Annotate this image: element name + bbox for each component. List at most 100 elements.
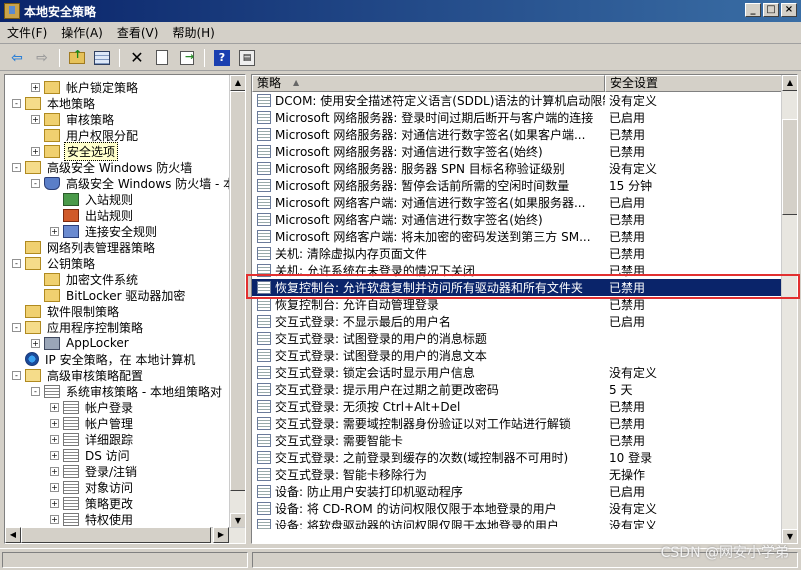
tree-item[interactable]: - 高级审核策略配置	[12, 367, 145, 383]
tree-item[interactable]: 出站规则	[50, 207, 135, 223]
table-row[interactable]: 交互式登录: 需要域控制器身份验证以对工作站进行解锁 已禁用	[252, 415, 783, 432]
collapse-icon[interactable]: -	[12, 322, 21, 332]
tree-hscroll-thumb[interactable]	[21, 527, 211, 543]
tree-item[interactable]: IP 安全策略，在 本地计算机	[12, 351, 197, 367]
tree-item[interactable]: + AppLocker	[31, 335, 131, 351]
tree-horizontal-scrollbar[interactable]: ◀ ▶	[5, 527, 245, 543]
expand-icon[interactable]: +	[50, 498, 59, 508]
table-row[interactable]: Microsoft 网络客户端: 对通信进行数字签名(始终) 已禁用	[252, 211, 783, 228]
collapse-icon[interactable]: -	[12, 162, 21, 172]
tree-item[interactable]: + 安全选项	[31, 141, 119, 161]
tree-scroll-thumb[interactable]	[230, 91, 245, 491]
table-row[interactable]: Microsoft 网络服务器: 对通信进行数字签名(始终) 已禁用	[252, 143, 783, 160]
tree-item[interactable]: + 审核策略	[31, 111, 116, 127]
delete-button[interactable]: ✕	[126, 48, 148, 68]
table-row[interactable]: 交互式登录: 无须按 Ctrl+Alt+Del 已禁用	[252, 398, 783, 415]
tree-item[interactable]: - 高级安全 Windows 防火墙 - 本	[31, 175, 231, 191]
table-row[interactable]: 设备: 将软盘驱动器的访问权限仅限于本地登录的用户 没有定义	[252, 517, 783, 529]
table-row[interactable]: Microsoft 网络服务器: 对通信进行数字签名(如果客户端... 已禁用	[252, 126, 783, 143]
table-row[interactable]: 恢复控制台: 允许软盘复制并访问所有驱动器和所有文件夹 已禁用	[252, 279, 783, 296]
tree-item[interactable]: + 策略更改	[50, 495, 135, 511]
tree-item[interactable]: + 连接安全规则	[50, 223, 159, 239]
tree-item[interactable]: + 对象访问	[50, 479, 135, 495]
table-row[interactable]: 设备: 将 CD-ROM 的访问权限仅限于本地登录的用户 没有定义	[252, 500, 783, 517]
tree-item[interactable]: BitLocker 驱动器加密	[31, 287, 187, 303]
snapin-properties-button[interactable]: ▤	[236, 48, 258, 68]
collapse-icon[interactable]: -	[12, 370, 21, 380]
table-row[interactable]: 交互式登录: 提示用户在过期之前更改密码 5 天	[252, 381, 783, 398]
tree-vertical-scrollbar[interactable]: ▲ ▼	[229, 75, 245, 529]
table-row[interactable]: Microsoft 网络客户端: 对通信进行数字签名(如果服务器... 已启用	[252, 194, 783, 211]
maximize-button[interactable]: □	[763, 3, 779, 17]
tree-scroll-up-button[interactable]: ▲	[230, 75, 245, 91]
column-header-setting[interactable]: 安全设置	[605, 75, 783, 92]
show-hide-tree-button[interactable]	[91, 48, 113, 68]
export-list-button[interactable]	[176, 48, 198, 68]
tree-item[interactable]: + 帐户管理	[50, 415, 135, 431]
expand-icon[interactable]: +	[31, 82, 40, 92]
list-scroll-thumb[interactable]	[782, 119, 797, 215]
expand-icon[interactable]: +	[50, 450, 59, 460]
tree-item[interactable]: + 特权使用	[50, 511, 135, 527]
tree-item[interactable]: - 高级安全 Windows 防火墙	[12, 159, 194, 175]
table-row[interactable]: 交互式登录: 试图登录的用户的消息文本	[252, 347, 783, 364]
expand-icon[interactable]: +	[50, 514, 59, 524]
table-row[interactable]: 交互式登录: 之前登录到缓存的次数(域控制器不可用时) 10 登录	[252, 449, 783, 466]
table-row[interactable]: 交互式登录: 锁定会话时显示用户信息 没有定义	[252, 364, 783, 381]
expand-icon[interactable]: +	[50, 226, 59, 236]
collapse-icon[interactable]: -	[12, 258, 21, 268]
table-row[interactable]: 关机: 清除虚拟内存页面文件 已禁用	[252, 245, 783, 262]
menu-help[interactable]: 帮助(H)	[165, 24, 221, 41]
collapse-icon[interactable]: -	[31, 178, 40, 188]
tree-item[interactable]: - 本地策略	[12, 95, 97, 111]
table-row[interactable]: 交互式登录: 需要智能卡 已禁用	[252, 432, 783, 449]
tree-item[interactable]: + 帐户锁定策略	[31, 79, 140, 95]
table-row[interactable]: 交互式登录: 试图登录的用户的消息标题	[252, 330, 783, 347]
table-row[interactable]: Microsoft 网络客户端: 将未加密的密码发送到第三方 SM... 已禁用	[252, 228, 783, 245]
tree-item[interactable]: - 应用程序控制策略	[12, 319, 145, 335]
tree-item[interactable]: - 公钥策略	[12, 255, 97, 271]
tree-item[interactable]: + 登录/注销	[50, 463, 139, 479]
back-button[interactable]: ⇦	[6, 48, 28, 68]
table-row[interactable]: 恢复控制台: 允许自动管理登录 已禁用	[252, 296, 783, 313]
expand-icon[interactable]: +	[50, 418, 59, 428]
expand-icon[interactable]: +	[50, 434, 59, 444]
expand-icon[interactable]: +	[50, 482, 59, 492]
expand-icon[interactable]: +	[50, 466, 59, 476]
column-header-policy[interactable]: 策略 ▲	[252, 75, 605, 92]
menu-action[interactable]: 操作(A)	[54, 24, 110, 41]
table-row[interactable]: Microsoft 网络服务器: 登录时间过期后断开与客户端的连接 已启用	[252, 109, 783, 126]
table-row[interactable]: 交互式登录: 不显示最后的用户名 已启用	[252, 313, 783, 330]
tree-item[interactable]: 网络列表管理器策略	[12, 239, 157, 255]
expand-icon[interactable]: +	[31, 338, 40, 348]
table-row[interactable]: 关机: 允许系统在未登录的情况下关闭 已禁用	[252, 262, 783, 279]
up-level-button[interactable]	[66, 48, 88, 68]
table-row[interactable]: 设备: 防止用户安装打印机驱动程序 已启用	[252, 483, 783, 500]
tree-item[interactable]: - 系统审核策略 - 本地组策略对	[31, 383, 224, 399]
table-row[interactable]: Microsoft 网络服务器: 暂停会话前所需的空闲时间数量 15 分钟	[252, 177, 783, 194]
menu-file[interactable]: 文件(F)	[0, 24, 54, 41]
table-row[interactable]: 交互式登录: 智能卡移除行为 无操作	[252, 466, 783, 483]
tree-item[interactable]: + DS 访问	[50, 447, 132, 463]
tree-scroll-right-button[interactable]: ▶	[213, 527, 229, 543]
collapse-icon[interactable]: -	[12, 98, 21, 108]
tree-scroll-left-button[interactable]: ◀	[5, 527, 21, 543]
expand-icon[interactable]: +	[31, 146, 40, 156]
tree-item[interactable]: 加密文件系统	[31, 271, 140, 287]
minimize-button[interactable]: _	[745, 3, 761, 17]
expand-icon[interactable]: +	[50, 402, 59, 412]
menu-view[interactable]: 查看(V)	[110, 24, 166, 41]
close-button[interactable]: ×	[781, 3, 797, 17]
properties-button[interactable]	[151, 48, 173, 68]
tree-item[interactable]: 软件限制策略	[12, 303, 121, 319]
tree-item[interactable]: 入站规则	[50, 191, 135, 207]
list-vertical-scrollbar[interactable]: ▲ ▼	[781, 75, 797, 543]
help-button[interactable]: ?	[211, 48, 233, 68]
list-scroll-up-button[interactable]: ▲	[782, 75, 797, 91]
collapse-icon[interactable]: -	[31, 386, 40, 396]
table-row[interactable]: DCOM: 使用安全描述符定义语言(SDDL)语法的计算机启动限制 没有定义	[252, 92, 783, 109]
forward-button[interactable]: ⇨	[31, 48, 53, 68]
tree-item[interactable]: + 帐户登录	[50, 399, 135, 415]
expand-icon[interactable]: +	[31, 114, 40, 124]
table-row[interactable]: Microsoft 网络服务器: 服务器 SPN 目标名称验证级别 没有定义	[252, 160, 783, 177]
